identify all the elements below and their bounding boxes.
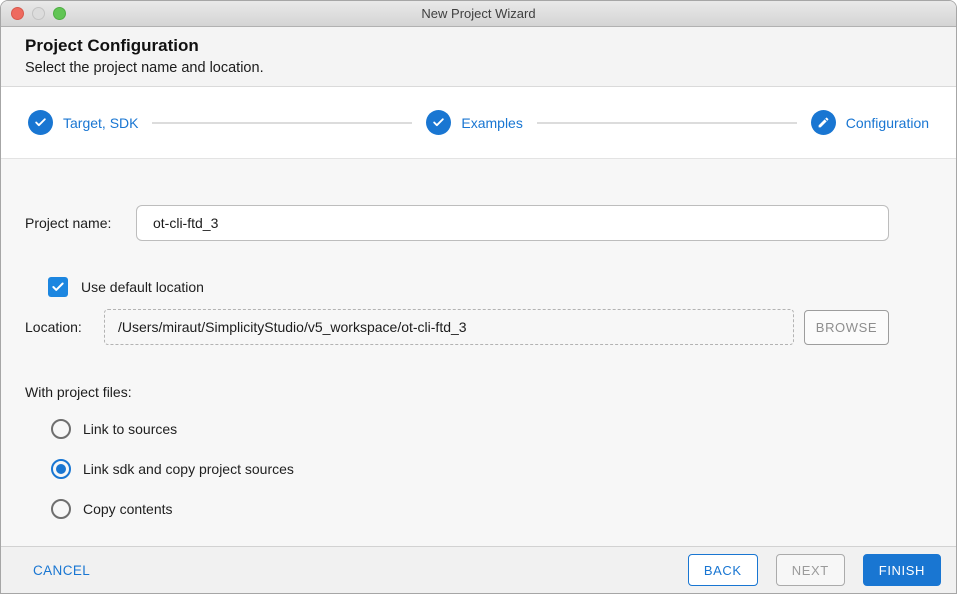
radio-link-to-sources[interactable]: Link to sources — [51, 418, 956, 440]
window-title: New Project Wizard — [421, 6, 536, 21]
location-input[interactable] — [104, 309, 794, 345]
radio-copy-contents[interactable]: Copy contents — [51, 498, 956, 520]
use-default-location-label: Use default location — [81, 279, 204, 295]
cancel-button[interactable]: CANCEL — [33, 563, 90, 578]
wizard-footer: CANCEL BACK NEXT FINISH — [1, 546, 956, 593]
use-default-location-row[interactable]: Use default location — [48, 277, 956, 297]
project-name-label: Project name: — [25, 215, 112, 231]
project-name-row: Project name: — [25, 205, 889, 241]
check-icon — [28, 110, 53, 135]
radio-button[interactable] — [51, 499, 71, 519]
step-target-sdk[interactable]: Target, SDK — [28, 110, 138, 135]
page-subtitle: Select the project name and location. — [25, 60, 264, 76]
location-label: Location: — [25, 319, 82, 335]
project-name-input[interactable] — [136, 205, 889, 241]
check-icon — [426, 110, 452, 135]
use-default-location-checkbox[interactable] — [48, 277, 68, 297]
stepper-connector — [152, 121, 413, 124]
pencil-icon — [810, 110, 836, 135]
radio-label: Link sdk and copy project sources — [83, 461, 294, 477]
step-label: Target, SDK — [63, 114, 139, 131]
finish-button[interactable]: FINISH — [862, 554, 941, 586]
radio-label: Copy contents — [83, 501, 173, 517]
next-button[interactable]: NEXT — [775, 554, 845, 586]
radio-label: Link to sources — [83, 421, 178, 437]
browse-button[interactable]: BROWSE — [804, 309, 889, 345]
new-project-wizard-window: New Project Wizard Project Configuration… — [0, 0, 957, 594]
wizard-stepper: Target, SDK Examples Configuration — [1, 87, 956, 159]
location-row: Location: BROWSE — [25, 309, 889, 345]
with-project-files-label: With project files: — [25, 384, 132, 400]
back-button[interactable]: BACK — [687, 554, 758, 586]
radio-button[interactable] — [51, 459, 71, 479]
checkmark-icon — [52, 282, 64, 291]
step-examples[interactable]: Examples — [426, 110, 523, 135]
stepper-connector — [536, 121, 797, 124]
radio-button[interactable] — [51, 419, 71, 439]
step-configuration[interactable]: Configuration — [810, 110, 930, 135]
wizard-header: Project Configuration Select the project… — [1, 27, 956, 87]
step-label: Examples — [461, 114, 523, 131]
radio-link-sdk-copy-sources[interactable]: Link sdk and copy project sources — [51, 458, 956, 480]
configuration-form: Project name: Use default location Locat… — [1, 159, 956, 546]
page-title: Project Configuration — [25, 36, 199, 55]
titlebar: New Project Wizard — [1, 1, 956, 27]
step-label: Configuration — [845, 114, 930, 131]
